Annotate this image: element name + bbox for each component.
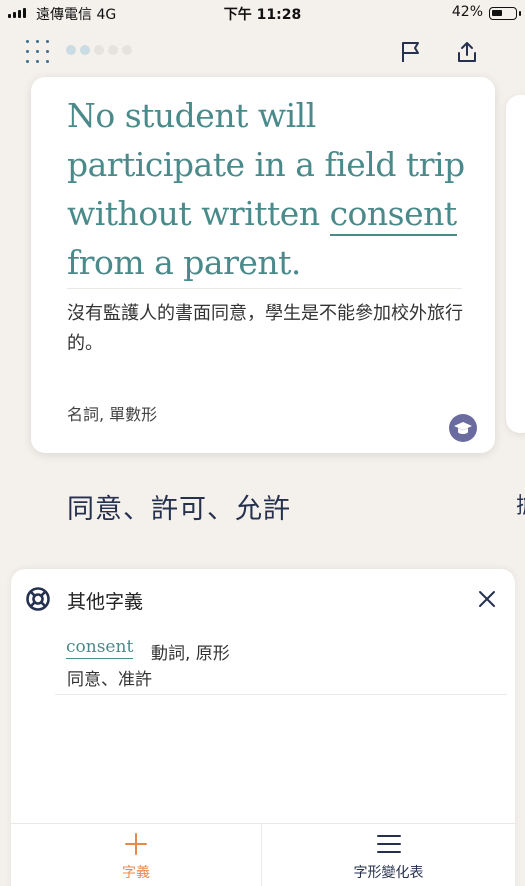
close-icon[interactable] xyxy=(473,585,501,613)
battery-percent: 42% xyxy=(451,4,483,20)
divider xyxy=(55,694,507,695)
divider xyxy=(67,288,462,289)
sense-word-link[interactable]: consent xyxy=(66,636,134,659)
progress-dot xyxy=(94,45,104,55)
tab-meanings-label: 字義 xyxy=(122,865,150,881)
status-bar: 遠傳電信 4G 下午 11:28 42% xyxy=(0,0,525,26)
lifebuoy-icon xyxy=(25,586,51,612)
plus-icon xyxy=(123,831,149,857)
sense-definition: 同意、准許 xyxy=(67,670,152,690)
share-icon[interactable] xyxy=(453,38,481,66)
tab-meanings[interactable]: 字義 xyxy=(11,824,261,886)
sentence-after: from a parent. xyxy=(67,243,301,282)
menu-lines-icon xyxy=(376,831,402,857)
sentence-translation: 沒有監護人的書面同意，學生是不能參加校外旅行的。 xyxy=(67,303,463,354)
example-sentence: No student will participate in a field t… xyxy=(67,91,477,287)
progress-dot xyxy=(122,45,132,55)
progress-dot xyxy=(66,45,76,55)
progress-dots xyxy=(66,45,132,55)
tab-inflections-label: 字形變化表 xyxy=(353,865,424,881)
progress-dot xyxy=(80,45,90,55)
clock: 下午 11:28 xyxy=(223,7,302,23)
sense-part-of-speech: 動詞, 原形 xyxy=(151,644,230,664)
flag-icon[interactable] xyxy=(397,38,425,66)
word-meaning: 同意、許可、允許 xyxy=(67,494,291,525)
flashcard[interactable]: No student will participate in a field t… xyxy=(31,77,495,453)
graduation-cap-icon[interactable] xyxy=(449,414,477,442)
keyword[interactable]: consent xyxy=(329,194,457,236)
next-card-peek[interactable] xyxy=(506,95,525,433)
progress-dot xyxy=(108,45,118,55)
part-of-speech: 名詞, 單數形 xyxy=(67,405,158,424)
tab-inflections[interactable]: 字形變化表 xyxy=(262,824,515,886)
bottom-tab-bar: 字義 字形變化表 xyxy=(11,823,515,886)
battery-icon xyxy=(489,7,521,20)
next-card-meaning-peek: 擔 xyxy=(516,488,525,520)
grid-dots-icon[interactable] xyxy=(24,38,52,66)
sheet-title: 其他字義 xyxy=(67,591,144,613)
